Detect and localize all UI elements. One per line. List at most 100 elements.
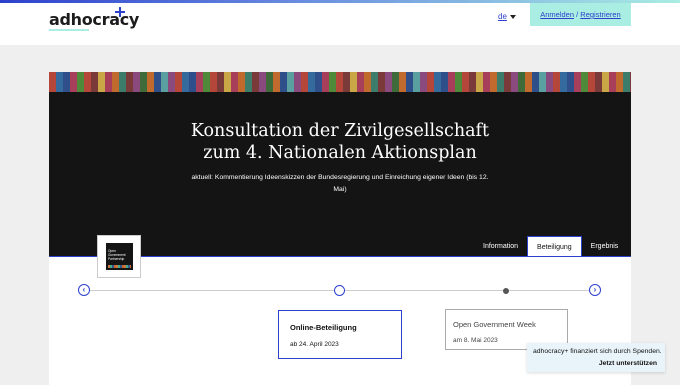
stripe-segment — [483, 72, 490, 92]
stripe-segment — [350, 72, 357, 92]
tab-information[interactable]: Information — [474, 236, 527, 257]
stripe-segment — [574, 72, 581, 92]
phase-card-active[interactable]: Online-Beteiligung ab 24. April 2023 — [278, 310, 402, 359]
project-hero: Konsultation der Zivilgesellschaft zum 4… — [49, 72, 631, 257]
stripe-segment — [602, 72, 609, 92]
stripe-segment — [364, 72, 371, 92]
ogp-logo-image: Open Government Partnership — [106, 243, 133, 270]
stripe-segment — [525, 72, 532, 92]
stripe-segment — [441, 72, 448, 92]
stripe-segment — [518, 72, 525, 92]
phase-date: am 8. Mai 2023 — [453, 337, 498, 344]
stripe-segment — [196, 72, 203, 92]
logo-underline — [49, 29, 89, 31]
decorative-stripes — [49, 72, 631, 92]
stripe-segment — [154, 72, 161, 92]
stripe-segment — [105, 72, 112, 92]
language-label[interactable]: de — [498, 12, 507, 21]
stripe-segment — [259, 72, 266, 92]
project-title: Konsultation der Zivilgesellschaft zum 4… — [49, 120, 631, 164]
chevron-left-icon[interactable]: ‹ — [78, 284, 90, 296]
logo-plus-icon — [115, 7, 125, 17]
stripe-segment — [294, 72, 301, 92]
timeline-dot-active[interactable] — [334, 285, 345, 296]
stripe-segment — [476, 72, 483, 92]
stripe-segment — [63, 72, 70, 92]
stripe-segment — [567, 72, 574, 92]
stripe-segment — [469, 72, 476, 92]
stripe-segment — [168, 72, 175, 92]
stripe-segment — [392, 72, 399, 92]
project-title-line-1: Konsultation der Zivilgesellschaft — [190, 121, 490, 141]
stripe-segment — [616, 72, 623, 92]
stripe-segment — [91, 72, 98, 92]
tab-beteiligung[interactable]: Beteiligung — [527, 236, 582, 257]
stripe-segment — [511, 72, 518, 92]
stripe-segment — [329, 72, 336, 92]
phase-title: Online-Beteiligung — [290, 323, 357, 332]
donation-text: adhocracy+ finanziert sich durch Spenden… — [533, 348, 662, 355]
stripe-segment — [343, 72, 350, 92]
stripe-segment — [70, 72, 77, 92]
login-link[interactable]: Anmelden — [540, 10, 574, 19]
stripe-segment — [77, 72, 84, 92]
stripe-segment — [203, 72, 210, 92]
register-link[interactable]: Registrieren — [580, 10, 620, 19]
stripe-segment — [560, 72, 567, 92]
adhocracy-logo[interactable]: adhocracy — [49, 10, 139, 29]
stripe-segment — [357, 72, 364, 92]
stripe-segment — [238, 72, 245, 92]
stripe-segment — [140, 72, 147, 92]
stripe-segment — [175, 72, 182, 92]
timeline-dot[interactable] — [503, 288, 509, 294]
stripe-segment — [399, 72, 406, 92]
language-selector[interactable]: de — [498, 12, 516, 21]
phase-date: ab 24. April 2023 — [290, 341, 339, 348]
project-tabs: Information Beteiligung Ergebnis — [474, 236, 627, 257]
stripe-segment — [434, 72, 441, 92]
stripe-segment — [245, 72, 252, 92]
organisation-logo[interactable]: Open Government Partnership — [97, 235, 141, 278]
ogp-logo-bars — [108, 265, 131, 268]
stripe-segment — [210, 72, 217, 92]
donation-banner: adhocracy+ finanziert sich durch Spenden… — [527, 343, 665, 372]
top-navigation: adhocracy de Anmelden / Registrieren — [0, 0, 680, 45]
stripe-segment — [609, 72, 616, 92]
stripe-segment — [413, 72, 420, 92]
stripe-segment — [287, 72, 294, 92]
stripe-segment — [308, 72, 315, 92]
stripe-segment — [630, 72, 631, 92]
stripe-segment — [455, 72, 462, 92]
stripe-segment — [56, 72, 63, 92]
stripe-segment — [217, 72, 224, 92]
stripe-segment — [112, 72, 119, 92]
stripe-segment — [406, 72, 413, 92]
stripe-segment — [98, 72, 105, 92]
stripe-segment — [385, 72, 392, 92]
stripe-segment — [504, 72, 511, 92]
project-title-line-2: zum 4. Nationalen Aktionsplan — [203, 143, 477, 163]
chevron-right-icon[interactable]: › — [589, 284, 601, 296]
stripe-segment — [546, 72, 553, 92]
ogp-logo-text: Open Government Partnership — [108, 249, 126, 261]
stripe-segment — [301, 72, 308, 92]
stripe-segment — [231, 72, 238, 92]
donate-button[interactable]: Jetzt unterstützen — [599, 360, 657, 367]
stripe-segment — [147, 72, 154, 92]
tab-ergebnis[interactable]: Ergebnis — [582, 236, 628, 257]
stripe-segment — [119, 72, 126, 92]
stripe-segment — [371, 72, 378, 92]
stripe-segment — [322, 72, 329, 92]
project-subtitle: aktuell: Kommentierung Ideenskizzen der … — [191, 174, 489, 193]
stripe-segment — [497, 72, 504, 92]
stripe-segment — [252, 72, 259, 92]
phase-title: Open Government Week — [453, 320, 536, 329]
stripe-segment — [595, 72, 602, 92]
stripe-segment — [420, 72, 427, 92]
stripe-segment — [49, 72, 56, 92]
stripe-segment — [539, 72, 546, 92]
stripe-segment — [126, 72, 133, 92]
stripe-segment — [133, 72, 140, 92]
stripe-segment — [273, 72, 280, 92]
stripe-segment — [490, 72, 497, 92]
